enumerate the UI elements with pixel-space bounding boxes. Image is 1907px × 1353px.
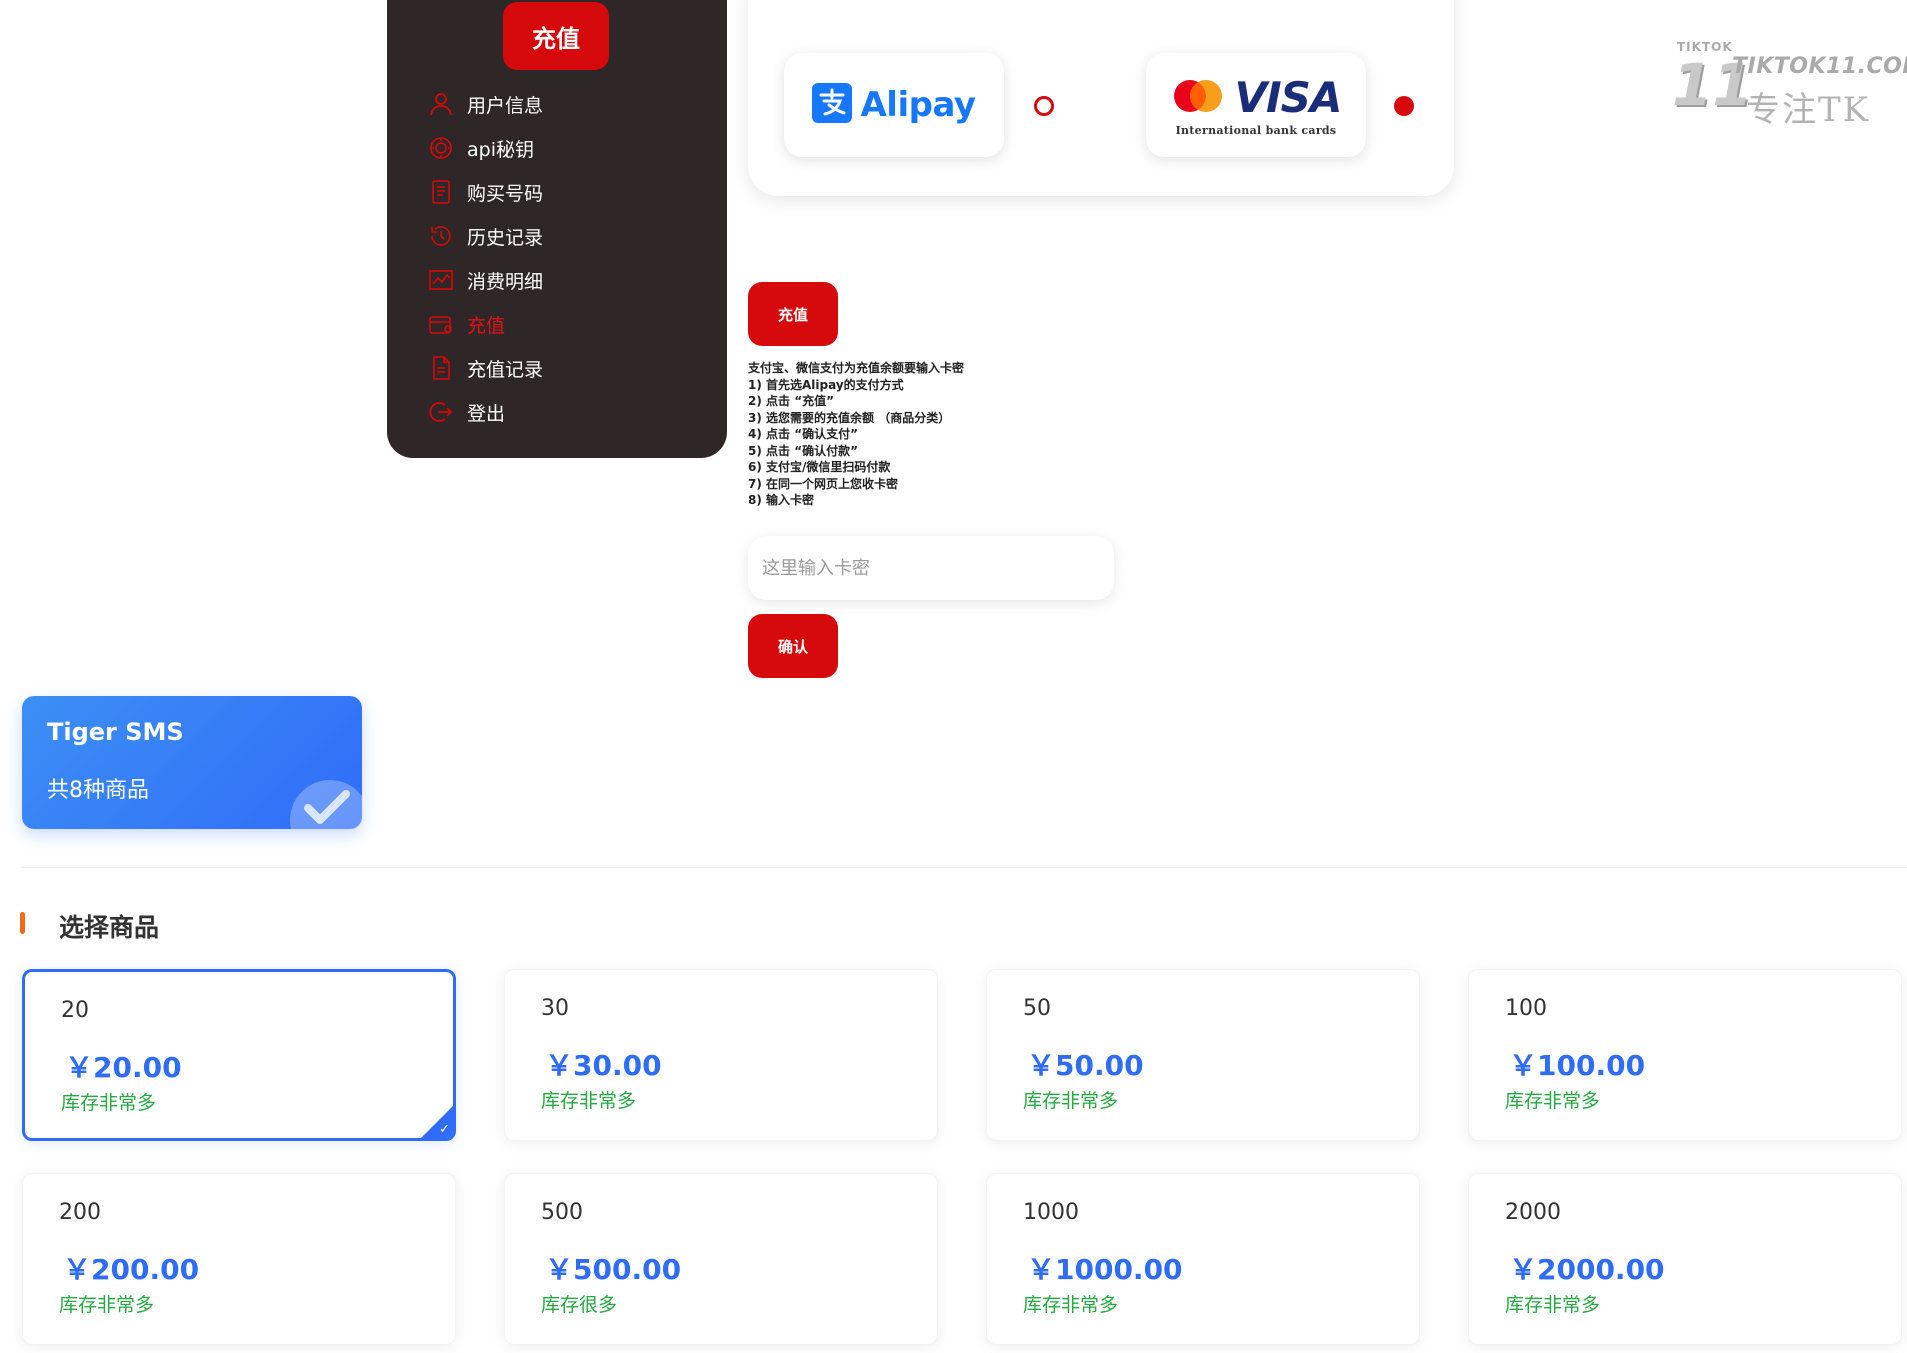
product-card-30[interactable]: 30 ￥30.00 库存非常多 xyxy=(504,969,938,1141)
product-stock: 库存非常多 xyxy=(1023,1090,1119,1112)
product-stock: 库存非常多 xyxy=(1505,1294,1601,1316)
product-price: ￥2000.00 xyxy=(1509,1253,1665,1286)
instruction-line: 5) 点击 “确认付款” xyxy=(748,443,858,458)
api-key-icon xyxy=(427,134,455,162)
recharge-button[interactable]: 充值 xyxy=(748,282,838,346)
watermark-domain: TIKTOK11.COM xyxy=(1732,54,1907,79)
watermark-tagline: 专注TK xyxy=(1746,90,1871,130)
section-accent-bar xyxy=(20,912,25,934)
mastercard-icon xyxy=(1171,77,1225,119)
sidebar-item-label: 消费明细 xyxy=(467,270,544,293)
product-name: 20 xyxy=(61,998,89,1023)
instruction-line: 4) 点击 “确认支付” xyxy=(748,427,858,441)
sidebar-item-label: 购买号码 xyxy=(467,182,544,205)
sidebar-item-recharge-record[interactable]: 充值记录 xyxy=(427,346,543,390)
user-icon xyxy=(427,90,455,118)
instruction-line: 7) 在同一个网页上您收卡密 xyxy=(748,476,899,491)
sidebar-item-history[interactable]: 历史记录 xyxy=(427,214,543,258)
recharge-instructions: 支付宝、微信支付为充值余额要输入卡密 1) 首先选Alipay的支付方式 2) … xyxy=(748,360,964,509)
chart-icon xyxy=(427,266,455,294)
sidebar: 充值 用户信息 api秘钥 购买号码 历史记录 消费明细 充值 充值记录 登出 xyxy=(387,0,727,458)
alipay-option[interactable]: Alipay xyxy=(784,53,1004,157)
product-card-1000[interactable]: 1000 ￥1000.00 库存非常多 xyxy=(986,1173,1420,1345)
visa-subtitle: International bank cards xyxy=(1175,124,1337,137)
product-stock: 库存非常多 xyxy=(59,1294,155,1316)
sidebar-item-label: 充值 xyxy=(467,314,506,337)
visa-label: VISA xyxy=(1234,73,1343,122)
product-name: 2000 xyxy=(1505,1200,1561,1225)
confirm-button[interactable]: 确认 xyxy=(748,614,838,678)
product-price: ￥50.00 xyxy=(1027,1049,1144,1082)
product-name: 100 xyxy=(1505,996,1547,1021)
product-name: 200 xyxy=(59,1200,101,1225)
product-name: 50 xyxy=(1023,996,1051,1021)
product-price: ￥30.00 xyxy=(545,1049,662,1082)
check-icon xyxy=(290,780,362,829)
sidebar-item-label: 用户信息 xyxy=(467,94,544,117)
visa-option[interactable]: VISA International bank cards xyxy=(1146,53,1366,157)
visa-radio[interactable] xyxy=(1394,96,1414,116)
sidebar-item-consumption[interactable]: 消费明细 xyxy=(427,258,543,302)
provider-name: Tiger SMS xyxy=(47,718,184,746)
product-price: ￥1000.00 xyxy=(1027,1253,1183,1286)
recharge-icon xyxy=(427,310,455,338)
product-card-500[interactable]: 500 ￥500.00 库存很多 xyxy=(504,1173,938,1345)
history-icon xyxy=(427,222,455,250)
sidebar-item-label: 登出 xyxy=(467,402,506,425)
logout-icon xyxy=(427,398,455,426)
sidebar-item-label: 历史记录 xyxy=(467,226,544,249)
product-name: 30 xyxy=(541,996,569,1021)
product-stock: 库存非常多 xyxy=(1505,1090,1601,1112)
instruction-line: 2) 点击 “充值” xyxy=(748,394,834,408)
document-icon xyxy=(427,178,455,206)
product-price: ￥500.00 xyxy=(545,1253,682,1286)
product-stock: 库存非常多 xyxy=(61,1092,157,1114)
product-price: ￥200.00 xyxy=(63,1253,200,1286)
sidebar-item-label: 充值记录 xyxy=(467,358,544,381)
payment-method-card: Alipay VISA International bank cards xyxy=(748,0,1454,196)
product-card-50[interactable]: 50 ￥50.00 库存非常多 xyxy=(986,969,1420,1141)
instruction-line: 6) 支付宝/微信里扫码付款 xyxy=(748,460,891,474)
section-divider xyxy=(22,867,1907,868)
instruction-line: 8) 输入卡密 xyxy=(748,493,815,507)
sidebar-menu: 用户信息 api秘钥 购买号码 历史记录 消费明细 充值 充值记录 登出 xyxy=(427,82,543,434)
instruction-line: 3) 选您需要的充值余额 （商品分类） xyxy=(748,410,951,425)
product-name: 1000 xyxy=(1023,1200,1079,1225)
record-icon xyxy=(427,354,455,382)
check-icon: ✓ xyxy=(439,1122,450,1137)
product-card-100[interactable]: 100 ￥100.00 库存非常多 xyxy=(1468,969,1902,1141)
sidebar-item-user-info[interactable]: 用户信息 xyxy=(427,82,543,126)
product-stock: 库存很多 xyxy=(541,1294,618,1316)
sidebar-item-logout[interactable]: 登出 xyxy=(427,390,543,434)
sidebar-item-label: api秘钥 xyxy=(467,138,534,161)
product-price: ￥100.00 xyxy=(1509,1049,1646,1082)
watermark-number: 11 xyxy=(1672,51,1753,119)
sidebar-recharge-title-button[interactable]: 充值 xyxy=(503,2,609,70)
product-name: 500 xyxy=(541,1200,583,1225)
section-title: 选择商品 xyxy=(59,913,160,942)
provider-card-tiger-sms[interactable]: Tiger SMS 共8种商品 xyxy=(22,696,362,829)
product-card-20[interactable]: 20 ￥20.00 库存非常多 ✓ xyxy=(22,969,456,1141)
instruction-line: 支付宝、微信支付为充值余额要输入卡密 xyxy=(748,361,965,375)
instruction-line: 1) 首先选Alipay的支付方式 xyxy=(748,377,904,392)
sidebar-item-buy-number[interactable]: 购买号码 xyxy=(427,170,543,214)
sidebar-item-recharge[interactable]: 充值 xyxy=(427,302,543,346)
alipay-icon xyxy=(812,83,853,127)
provider-product-count: 共8种商品 xyxy=(47,778,149,803)
product-stock: 库存非常多 xyxy=(541,1090,637,1112)
card-code-input[interactable] xyxy=(748,536,1114,600)
visa-logo: VISA International bank cards xyxy=(1171,73,1342,137)
alipay-radio[interactable] xyxy=(1034,96,1054,116)
product-card-2000[interactable]: 2000 ￥2000.00 库存非常多 xyxy=(1468,1173,1902,1345)
product-card-200[interactable]: 200 ￥200.00 库存非常多 xyxy=(22,1173,456,1345)
alipay-label: Alipay xyxy=(860,85,976,125)
product-stock: 库存非常多 xyxy=(1023,1294,1119,1316)
watermark-logo: TIKTOK 11 TIKTOK11.COM 专注TK xyxy=(1672,40,1907,130)
product-price: ￥20.00 xyxy=(65,1051,182,1084)
sidebar-item-api-key[interactable]: api秘钥 xyxy=(427,126,543,170)
